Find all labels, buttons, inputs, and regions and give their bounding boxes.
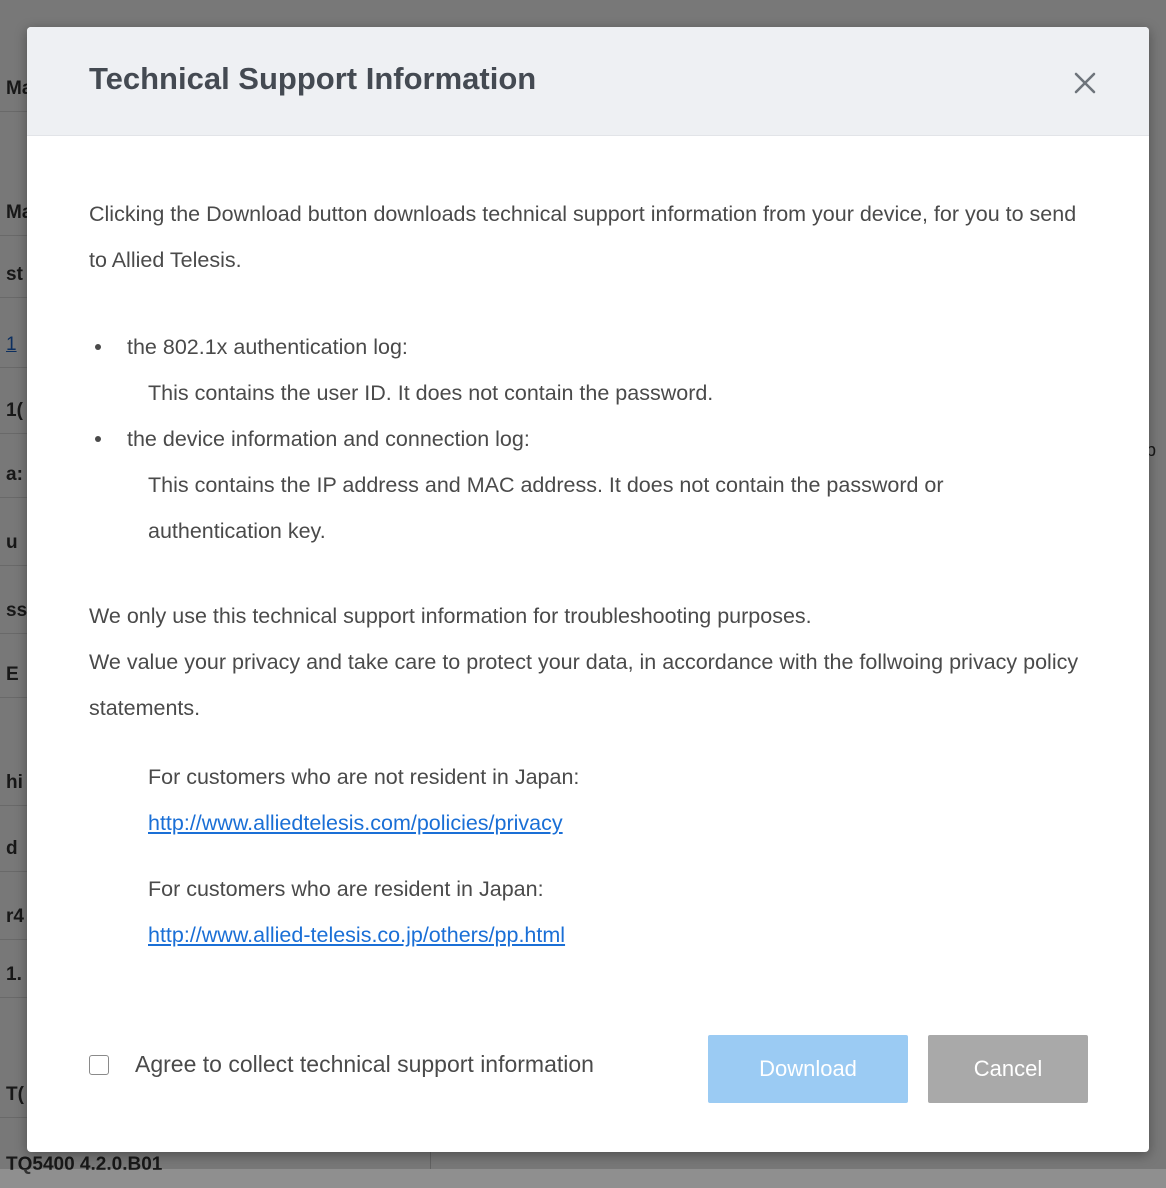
policy-non-japan: For customers who are not resident in Ja… bbox=[148, 754, 579, 846]
privacy-line-2: We value your privacy and take care to p… bbox=[89, 650, 1079, 720]
policy-label: For customers who are not resident in Ja… bbox=[148, 765, 580, 789]
privacy-line-1: We only use this technical support infor… bbox=[89, 604, 812, 628]
agree-checkbox[interactable] bbox=[89, 1054, 109, 1075]
policy-japan: For customers who are resident in Japan:… bbox=[148, 866, 565, 958]
agree-label[interactable]: Agree to collect technical support infor… bbox=[135, 1051, 594, 1078]
list-item-description: This contains the user ID. It does not c… bbox=[148, 381, 714, 405]
privacy-text: We only use this technical support infor… bbox=[89, 593, 1089, 731]
list-item: the 802.1x authentication log: bbox=[89, 324, 1089, 370]
dialog-title: Technical Support Information bbox=[89, 61, 537, 96]
download-button[interactable]: Download bbox=[708, 1035, 908, 1103]
cancel-button[interactable]: Cancel bbox=[928, 1035, 1088, 1103]
list-item-description: This contains the IP address and MAC add… bbox=[148, 473, 944, 543]
privacy-policy-link-japan[interactable]: http://www.allied-telesis.co.jp/others/p… bbox=[148, 912, 565, 958]
intro-text: Clicking the Download button downloads t… bbox=[89, 202, 1077, 272]
tech-support-dialog: Technical Support Information Clicking t… bbox=[27, 27, 1149, 1152]
close-button[interactable] bbox=[1067, 65, 1103, 101]
policy-label: For customers who are resident in Japan: bbox=[148, 877, 544, 901]
close-icon bbox=[1067, 65, 1103, 101]
agree-row: Agree to collect technical support infor… bbox=[89, 1051, 594, 1078]
privacy-policy-link[interactable]: http://www.alliedtelesis.com/policies/pr… bbox=[148, 800, 579, 846]
dialog-header: Technical Support Information bbox=[27, 27, 1149, 136]
log-list: the 802.1x authentication log: This cont… bbox=[89, 324, 1089, 554]
list-item: the device information and connection lo… bbox=[89, 416, 1089, 462]
